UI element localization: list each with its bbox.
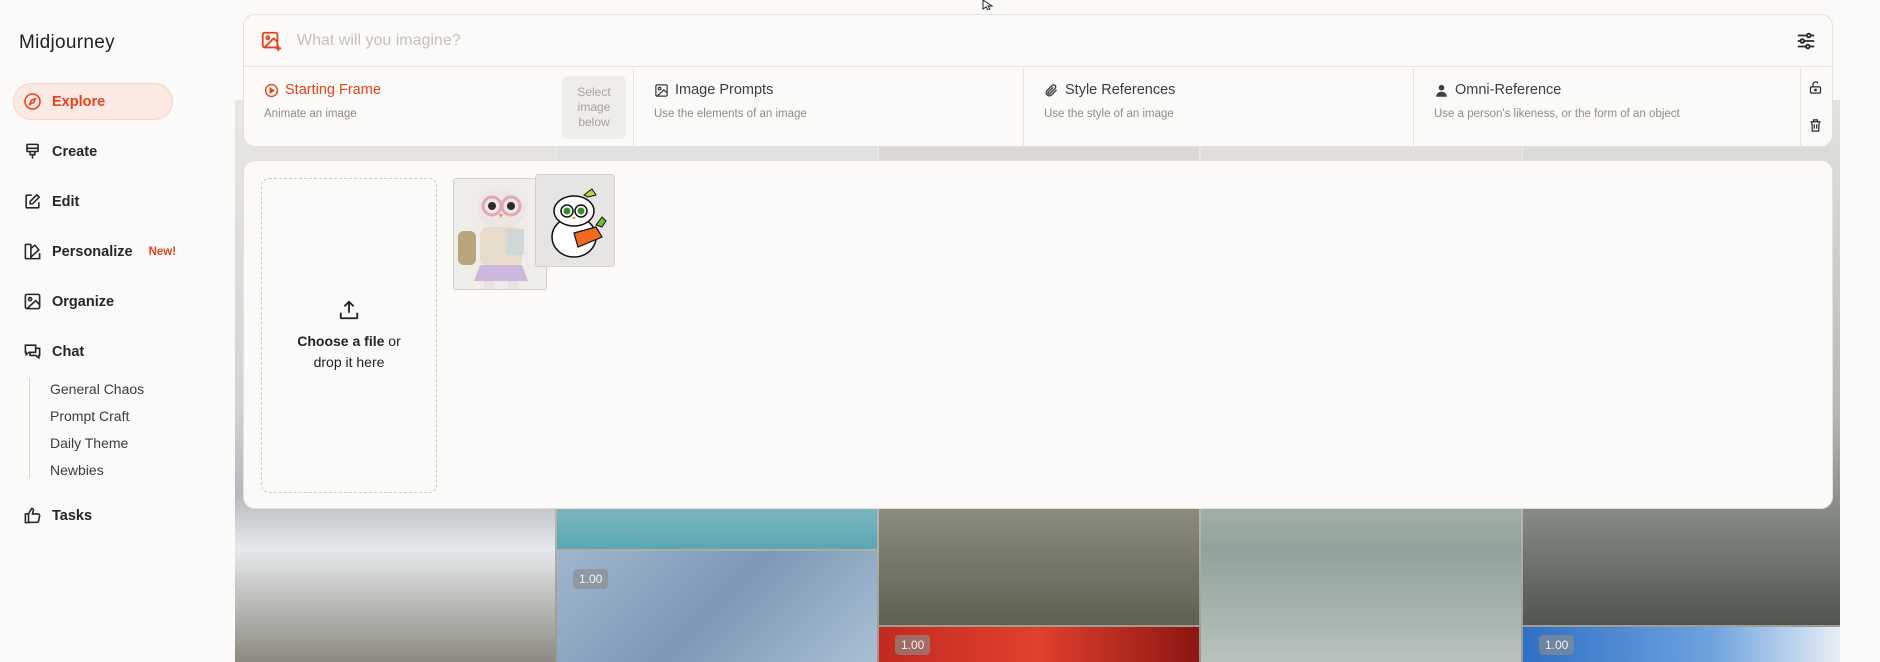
- image-prompts-label: Image Prompts: [675, 82, 774, 98]
- score-badge: 1.00: [573, 569, 609, 589]
- gallery-image[interactable]: 1.00: [1523, 627, 1840, 662]
- reference-tools: [1799, 68, 1832, 148]
- owl-carrot-image: [536, 175, 614, 266]
- image-prompts-section[interactable]: Image Prompts Use the elements of an ima…: [634, 68, 1024, 148]
- file-dropzone[interactable]: Choose a file or drop it here: [261, 178, 437, 493]
- nav-chat-label: Chat: [52, 343, 85, 360]
- image-prompts-desc: Use the elements of an image: [654, 108, 807, 120]
- settings-sliders-icon[interactable]: [1795, 30, 1817, 52]
- nav-tasks[interactable]: Tasks: [13, 497, 173, 534]
- mouse-cursor-icon: [982, 0, 994, 10]
- brush-icon: [26, 143, 39, 159]
- starting-frame-label: Starting Frame: [285, 82, 381, 98]
- nav-edit[interactable]: Edit: [13, 183, 173, 220]
- style-references-label: Style References: [1065, 82, 1176, 98]
- nav-personalize-label: Personalize: [52, 243, 133, 260]
- style-references-desc: Use the style of an image: [1044, 108, 1174, 120]
- nav-edit-label: Edit: [52, 193, 80, 210]
- image-icon: [655, 83, 668, 97]
- drop-here-text: drop it here: [313, 353, 385, 370]
- dropzone-text: Choose a file or drop it here: [289, 331, 409, 373]
- style-references-section[interactable]: Style References Use the style of an ima…: [1024, 68, 1414, 148]
- uploaded-image-thumbnail[interactable]: [453, 178, 547, 290]
- image-icon: [24, 293, 41, 310]
- compass-icon: [24, 93, 41, 110]
- uploaded-image-thumbnail[interactable]: [535, 174, 615, 267]
- nav-create-label: Create: [52, 143, 98, 160]
- upload-icon: [339, 299, 359, 319]
- prompt-bar: Starting Frame Animate an image Select i…: [243, 14, 1833, 148]
- score-badge: 1.00: [1539, 635, 1575, 655]
- omni-reference-label: Omni-Reference: [1455, 82, 1562, 98]
- starting-frame-section[interactable]: Starting Frame Animate an image Select i…: [244, 68, 634, 148]
- gallery-image[interactable]: 1.00: [557, 551, 877, 662]
- person-icon: [1436, 84, 1447, 97]
- edit-icon: [25, 193, 41, 209]
- chat-icon: [24, 344, 41, 360]
- prompt-input[interactable]: [297, 29, 1697, 53]
- style-references-title: Style References: [1044, 82, 1413, 98]
- gallery-image[interactable]: 1.00: [879, 627, 1199, 662]
- chat-room-daily-theme[interactable]: Daily Theme: [50, 435, 128, 451]
- image-prompts-title: Image Prompts: [654, 82, 1023, 98]
- chat-rooms-divider: [29, 378, 30, 478]
- nav-organize-label: Organize: [52, 293, 115, 310]
- nav-chat[interactable]: Chat: [13, 333, 173, 370]
- nav-create[interactable]: Create: [13, 133, 173, 170]
- nav-organize[interactable]: Organize: [13, 283, 173, 320]
- chat-room-prompt-craft[interactable]: Prompt Craft: [50, 408, 129, 424]
- chat-room-newbies[interactable]: Newbies: [50, 462, 104, 478]
- nav-personalize[interactable]: Personalize New!: [13, 233, 177, 270]
- omni-reference-section[interactable]: Omni-Reference Use a person's likeness, …: [1414, 68, 1801, 148]
- select-image-below-hint: Select image below: [562, 76, 626, 139]
- play-circle-icon: [264, 83, 279, 97]
- nav-tasks-label: Tasks: [52, 507, 93, 524]
- prompt-row: [244, 15, 1832, 67]
- thumbs-up-icon: [24, 507, 41, 524]
- paperclip-icon: [1045, 83, 1057, 96]
- palette-icon: [24, 243, 41, 260]
- nav-explore[interactable]: Explore: [13, 83, 173, 120]
- trash-icon[interactable]: [1808, 118, 1823, 133]
- omni-reference-title: Omni-Reference: [1434, 82, 1800, 98]
- or-text: or: [384, 332, 401, 349]
- main-area: 1.00 1.00 1.00 Starting Frame Animate an…: [235, 0, 1880, 662]
- new-badge: New!: [148, 245, 177, 258]
- owl-girl-image: [454, 179, 546, 289]
- unlock-icon[interactable]: [1808, 80, 1823, 95]
- omni-reference-desc: Use a person's likeness, or the form of …: [1434, 108, 1680, 120]
- brand-logo[interactable]: Midjourney: [19, 32, 115, 54]
- image-upload-panel: Choose a file or drop it here: [243, 160, 1833, 509]
- score-badge: 1.00: [895, 635, 931, 655]
- add-image-icon[interactable]: [260, 30, 282, 52]
- nav-explore-label: Explore: [52, 93, 106, 110]
- choose-file-text: Choose a file: [297, 332, 385, 349]
- sidebar: Midjourney Explore Create Edit Personali…: [0, 0, 230, 662]
- chat-room-general-chaos[interactable]: General Chaos: [50, 381, 144, 397]
